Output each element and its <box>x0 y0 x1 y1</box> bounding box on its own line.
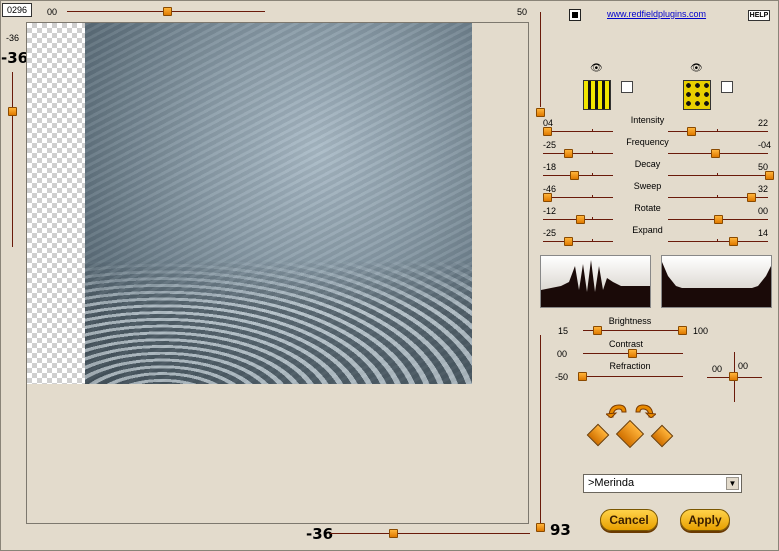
right-lower-slider-track[interactable] <box>540 335 541 525</box>
expand-left-knob[interactable] <box>564 237 573 246</box>
frequency-right-knob[interactable] <box>711 149 720 158</box>
sweep-right-value: 32 <box>758 184 769 194</box>
refraction-value: -50 <box>555 372 569 382</box>
contrast-knob[interactable] <box>628 349 637 358</box>
expand-right-track[interactable] <box>668 241 768 242</box>
sweep-left-track[interactable] <box>543 197 613 198</box>
intensity-right-knob[interactable] <box>687 127 696 136</box>
rotate-left-value: -12 <box>543 206 557 216</box>
crosshair-knob[interactable] <box>729 372 738 381</box>
decay-right-tick <box>717 173 718 176</box>
eye-icon: 👁 <box>690 63 703 74</box>
eye-icon: 👁 <box>590 63 603 74</box>
top-slider-max: 50 <box>517 7 528 17</box>
frequency-left-value: -25 <box>543 140 557 150</box>
refraction-knob[interactable] <box>578 372 587 381</box>
intensity-right-tick <box>717 129 718 132</box>
frequency-label: Frequency <box>626 137 669 147</box>
contrast-value: 00 <box>557 349 568 359</box>
checker-pattern-swatch[interactable] <box>683 80 711 110</box>
rotate-left-tick <box>592 217 593 220</box>
stripes-pattern-swatch[interactable] <box>583 80 611 110</box>
right-slider-knob-top[interactable] <box>536 108 545 117</box>
water-ripples <box>85 259 472 384</box>
intensity-left-knob[interactable] <box>543 127 552 136</box>
black-square-toggle[interactable] <box>569 9 581 21</box>
decay-right-knob[interactable] <box>765 171 774 180</box>
sweep-left-tick <box>592 195 593 198</box>
apply-button[interactable]: Apply <box>680 509 730 531</box>
counter-display: 0296 <box>2 3 32 17</box>
preset-dropdown[interactable]: >Merinda ▼ <box>583 474 742 493</box>
right-slider-value: 93 <box>550 521 571 539</box>
frequency-left-track[interactable] <box>543 153 613 154</box>
right-slider-track[interactable] <box>540 12 541 107</box>
crosshair-y-value: 00 <box>738 361 749 371</box>
decay-right-track[interactable] <box>668 175 768 176</box>
top-slider-min: 00 <box>47 7 58 17</box>
left-slider-knob[interactable] <box>8 107 17 116</box>
sweep-label: Sweep <box>633 181 662 191</box>
rotate-label: Rotate <box>634 203 661 213</box>
sweep-right-knob[interactable] <box>747 193 756 202</box>
website-link[interactable]: www.redfieldplugins.com <box>607 9 706 19</box>
right-lower-slider-knob[interactable] <box>536 523 545 532</box>
bottom-slider-value: -36 <box>306 525 334 543</box>
intensity-label: Intensity <box>630 115 665 125</box>
sweep-right-tick <box>717 195 718 198</box>
decay-label: Decay <box>634 159 661 169</box>
brightness-knob-high[interactable] <box>678 326 687 335</box>
decay-left-tick <box>592 173 593 176</box>
chevron-down-icon[interactable]: ▼ <box>726 477 739 490</box>
preview-image <box>85 23 472 384</box>
contrast-label: Contrast <box>608 339 643 349</box>
rotate-right-value: 00 <box>758 206 769 216</box>
intensity-right-value: 22 <box>758 118 769 128</box>
intensity-left-tick <box>592 129 593 132</box>
brightness-knob-low[interactable] <box>593 326 602 335</box>
rotate-left-knob[interactable] <box>576 215 585 224</box>
frequency-left-tick <box>592 151 593 154</box>
decay-left-knob[interactable] <box>570 171 579 180</box>
intensity-left-track[interactable] <box>543 131 613 132</box>
frequency-left-knob[interactable] <box>564 149 573 158</box>
bottom-slider-knob[interactable] <box>389 529 398 538</box>
left-slider-value: -36 <box>1 49 29 67</box>
brightness-label: Brightness <box>608 316 652 326</box>
brightness-max: 100 <box>693 326 709 336</box>
rotate-right-knob[interactable] <box>714 215 723 224</box>
expand-left-track[interactable] <box>543 241 613 242</box>
expand-right-value: 14 <box>758 228 769 238</box>
bottom-slider-track[interactable] <box>330 533 530 534</box>
decay-left-value: -18 <box>543 162 557 172</box>
undo-arrow-icon[interactable] <box>604 402 628 420</box>
preview-area[interactable] <box>26 22 529 524</box>
crosshair-x-value: 00 <box>712 364 723 374</box>
brightness-min: 15 <box>558 326 569 336</box>
expand-right-tick <box>717 239 718 242</box>
waveform-graph-right <box>661 255 772 308</box>
expand-right-knob[interactable] <box>729 237 738 246</box>
redo-arrow-icon[interactable] <box>634 402 658 420</box>
frequency-right-value: -04 <box>758 140 772 150</box>
preset-selected: >Merinda <box>588 477 635 489</box>
expand-left-value: -25 <box>543 228 557 238</box>
checker-checkbox[interactable] <box>721 81 733 93</box>
stripes-checkbox[interactable] <box>621 81 633 93</box>
waveform-graph-left <box>540 255 651 308</box>
refraction-track[interactable] <box>578 376 683 377</box>
refraction-label: Refraction <box>609 361 651 371</box>
top-slider-knob[interactable] <box>163 7 172 16</box>
intensity-right-track[interactable] <box>668 131 768 132</box>
sweep-left-knob[interactable] <box>543 193 552 202</box>
cancel-button[interactable]: Cancel <box>600 509 658 531</box>
help-button[interactable]: HELP <box>748 10 770 21</box>
expand-label: Expand <box>632 225 663 235</box>
expand-left-tick <box>592 239 593 242</box>
left-slider-value-small: -36 <box>6 33 20 43</box>
left-slider-track[interactable] <box>12 72 13 247</box>
